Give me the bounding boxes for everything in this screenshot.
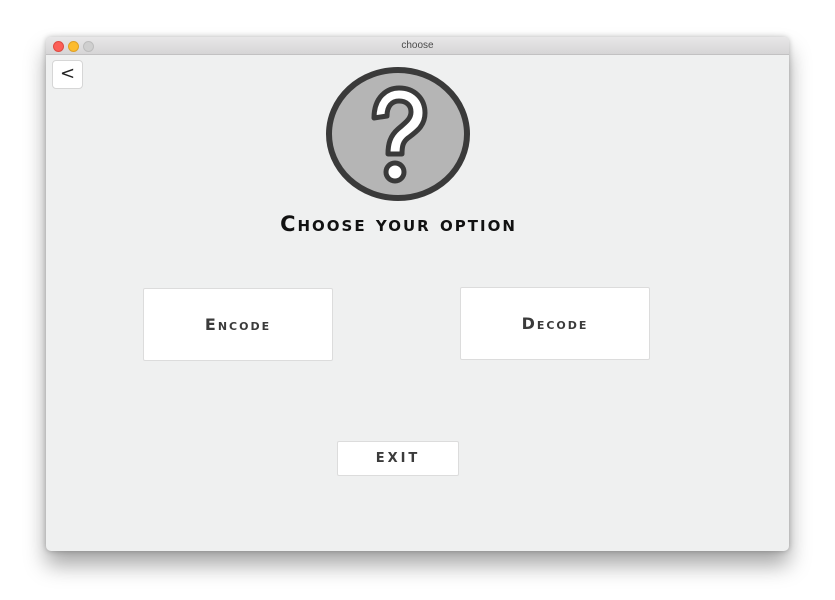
help-question-icon: [326, 67, 470, 201]
exit-button[interactable]: EXIT: [337, 441, 459, 476]
page-title: Choose your option: [280, 212, 517, 236]
app-window: choose < Choose your option Encode Decod…: [46, 37, 789, 551]
decode-button[interactable]: Decode: [460, 287, 650, 360]
back-button[interactable]: <: [52, 60, 83, 89]
window-title: choose: [401, 40, 434, 51]
encode-button[interactable]: Encode: [143, 288, 333, 361]
title-bar[interactable]: choose: [46, 37, 789, 55]
